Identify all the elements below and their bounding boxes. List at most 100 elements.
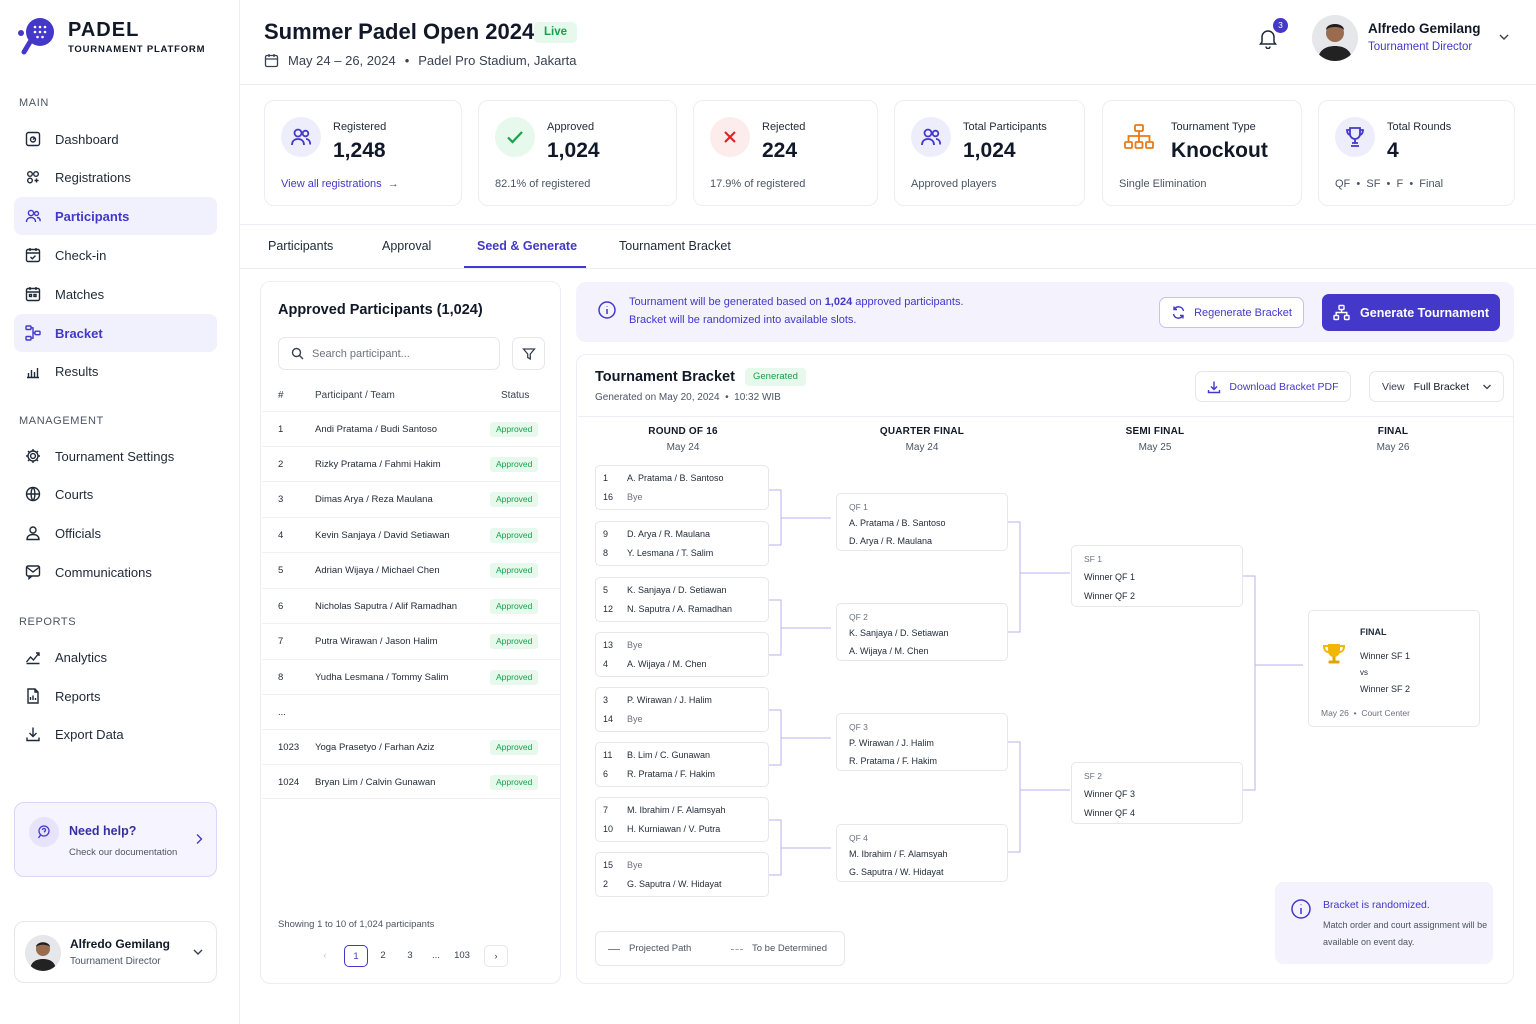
bracket-match-sf[interactable]: SF 2 Winner QF 3 Winner QF 4	[1071, 762, 1243, 824]
table-row[interactable]: 8 Yudha Lesmana / Tommy Salim Approved	[262, 659, 561, 694]
match-slot: 8 Y. Lesmana / T. Salim	[603, 548, 713, 558]
nav-item-reports[interactable]: Reports	[14, 677, 217, 715]
stat-footer: 17.9% of registered	[710, 178, 806, 190]
bracket-match-qf[interactable]: QF 4 M. Ibrahim / F. Alamsyah G. Saputra /…	[836, 824, 1008, 882]
nav-item-analytics[interactable]: Analytics	[14, 638, 217, 676]
team: Winner QF 4	[1084, 808, 1136, 818]
regenerate-bracket-button[interactable]: Regenerate Bracket	[1159, 297, 1304, 328]
nav-label: Communications	[55, 564, 152, 580]
tab-seed-generate[interactable]: Seed & Generate	[477, 239, 577, 253]
nav-item-results[interactable]: Results	[14, 352, 217, 390]
match-slot: 12 N. Saputra / A. Ramadhan	[603, 604, 732, 614]
row-number: 5	[278, 565, 284, 576]
nav-item-registrations[interactable]: Registrations	[14, 158, 217, 196]
status-badge: Approved	[490, 775, 539, 790]
status-badge: Approved	[490, 457, 539, 472]
sidebar-user-card[interactable]: Alfredo Gemilang Tournament Director	[14, 921, 217, 983]
filter-button[interactable]	[512, 337, 545, 370]
bracket-match[interactable]: 13 Bye 4 A. Wijaya / M. Chen	[595, 632, 769, 677]
bracket-match-qf[interactable]: QF 3 P. Wirawan / J. Halim R. Pratama / F.…	[836, 713, 1008, 771]
table-row[interactable]: 4 Kevin Sanjaya / David Setiawan Approved	[262, 517, 561, 552]
seed: 3	[603, 695, 609, 705]
generate-tournament-button[interactable]: Generate Tournament	[1322, 294, 1500, 331]
logo[interactable]: PADEL TOURNAMENT PLATFORM	[16, 16, 205, 58]
bracket-match-qf[interactable]: QF 2 K. Sanjaya / D. Setiawan A. Wijaya / …	[836, 603, 1008, 661]
help-subtitle: Check our documentation	[69, 847, 178, 858]
row-team: Kevin Sanjaya / David Setiawan	[315, 530, 450, 541]
team: K. Sanjaya / D. Setiawan	[627, 585, 727, 595]
stat-label: Total Rounds	[1387, 121, 1452, 133]
nav-item-communications[interactable]: Communications	[14, 553, 217, 591]
pagination-next-button[interactable]: ›	[484, 945, 508, 967]
row-team: Yoga Prasetyo / Farhan Aziz	[315, 742, 435, 753]
separator-dot: •	[404, 53, 410, 68]
status-badge: Approved	[490, 563, 539, 578]
nav-item-courts[interactable]: Courts	[14, 475, 217, 513]
match-slot: 10 H. Kurniawan / V. Putra	[603, 824, 720, 834]
tab-participants[interactable]: Participants	[268, 239, 333, 253]
pagination-page-1[interactable]: 1	[344, 945, 368, 967]
table-row[interactable]: 1024 Bryan Lim / Calvin Gunawan Approved	[262, 764, 561, 799]
bracket-match[interactable]: 9 D. Arya / R. Maulana 8 Y. Lesmana / T. Sa…	[595, 521, 769, 566]
bracket-match-qf[interactable]: QF 1 A. Pratama / B. Santoso D. Arya / R. …	[836, 493, 1008, 551]
view-all-registrations-link[interactable]: View all registrations →	[281, 178, 399, 190]
table-row[interactable]: 3 Dimas Arya / Reza Maulana Approved	[262, 481, 561, 516]
match-label: QF 4	[849, 833, 868, 843]
bracket-match[interactable]: 11 B. Lim / C. Gunawan 6 R. Pratama / F. Ha…	[595, 742, 769, 787]
table-row[interactable]: 2 Rizky Pratama / Fahmi Hakim Approved	[262, 446, 561, 481]
table-row[interactable]: 1023 Yoga Prasetyo / Farhan Aziz Approved	[262, 729, 561, 764]
bracket-match[interactable]: 15 Bye 2 G. Saputra / W. Hidayat	[595, 852, 769, 897]
final-date: May 26	[1321, 708, 1349, 718]
table-row[interactable]: 1 Andi Pratama / Budi Santoso Approved	[262, 411, 561, 446]
nav-item-check-in[interactable]: Check-in	[14, 236, 217, 274]
match-slot: 3 P. Wirawan / J. Halim	[603, 695, 712, 705]
bracket-match[interactable]: 3 P. Wirawan / J. Halim 14 Bye	[595, 687, 769, 732]
table-row[interactable]: 7 Putra Wirawan / Jason Halim Approved	[262, 623, 561, 658]
nav-item-bracket[interactable]: Bracket	[14, 314, 217, 352]
x-icon	[710, 117, 750, 157]
row-team: Nicholas Saputra / Alif Ramadhan	[315, 601, 458, 612]
bracket-match[interactable]: 5 K. Sanjaya / D. Setiawan 12 N. Saputra / …	[595, 577, 769, 622]
seed: 13	[603, 640, 614, 650]
nav-label: Officials	[55, 525, 101, 541]
nav-item-dashboard[interactable]: Dashboard	[14, 120, 217, 158]
bracket-match-final[interactable]: FINAL Winner SF 1 vs Winner SF 2 May 26 …	[1308, 610, 1480, 727]
help-card[interactable]: Need help? Check our documentation	[14, 802, 217, 877]
hierarchy-icon	[1333, 304, 1350, 321]
globe-icon	[25, 486, 41, 502]
bracket-match-sf[interactable]: SF 1 Winner QF 1 Winner QF 2	[1071, 545, 1243, 607]
column-header-num: #	[278, 390, 284, 401]
search-input[interactable]	[312, 347, 482, 360]
nav-item-export-data[interactable]: Export Data	[14, 715, 217, 753]
tab-tournament-bracket[interactable]: Tournament Bracket	[619, 239, 731, 253]
pagination-page-last[interactable]: 103	[449, 945, 475, 967]
seed: 8	[603, 548, 609, 558]
seed: 14	[603, 714, 614, 724]
bracket-match[interactable]: 7 M. Ibrahim / F. Alamsyah 10 H. Kurniawan …	[595, 797, 769, 842]
bracket-match[interactable]: 1 A. Pratama / B. Santoso 16 Bye	[595, 465, 769, 510]
nav-item-participants[interactable]: Participants	[14, 197, 217, 235]
match-slot: 14 Bye	[603, 714, 643, 724]
tab-approval[interactable]: Approval	[382, 239, 431, 253]
nav-label: Check-in	[55, 247, 107, 263]
stat-label: Registered	[333, 121, 387, 133]
pagination-page-3[interactable]: 3	[398, 945, 422, 967]
nav-label: Bracket	[55, 325, 103, 341]
team: D. Arya / R. Maulana	[849, 536, 933, 546]
nav-item-officials[interactable]: Officials	[14, 514, 217, 552]
nav-item-tournament-settings[interactable]: Tournament Settings	[14, 437, 217, 475]
calendar-icon	[264, 54, 279, 68]
nav-label: Participants	[55, 208, 130, 224]
info-line-1: Tournament will be generated based on 1,…	[629, 296, 964, 308]
team: B. Lim / C. Gunawan	[627, 750, 711, 760]
bracket-legend: Projected Path To be Determined	[595, 931, 845, 966]
info-text: Tournament will be generated based on	[629, 296, 825, 308]
stat-label: Total Participants	[963, 121, 1047, 133]
table-row[interactable]: 5 Adrian Wijaya / Michael Chen Approved	[262, 552, 561, 587]
pagination-prev-button[interactable]: ‹	[313, 945, 337, 967]
row-team: Yudha Lesmana / Tommy Salim	[315, 672, 449, 683]
chevron-down-icon[interactable]	[1498, 32, 1510, 42]
pagination-page-2[interactable]: 2	[371, 945, 395, 967]
nav-item-matches[interactable]: Matches	[14, 275, 217, 313]
table-row[interactable]: 6 Nicholas Saputra / Alif Ramadhan Approve…	[262, 588, 561, 623]
